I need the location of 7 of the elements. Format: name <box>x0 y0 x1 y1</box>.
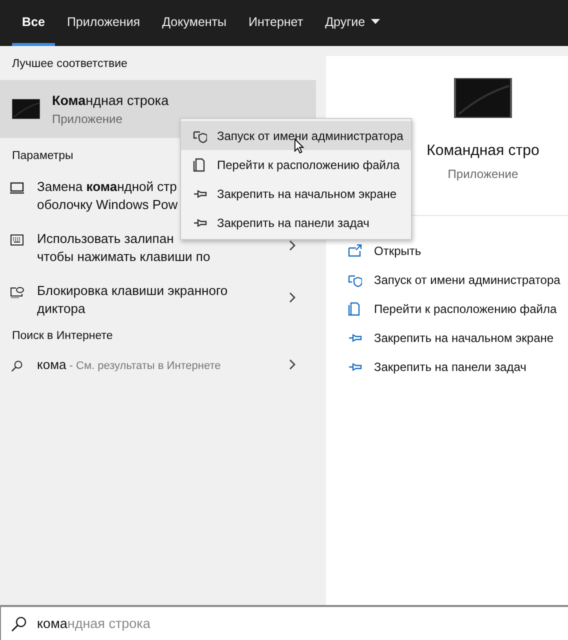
section-heading: Поиск в Интернете <box>11 330 114 342</box>
section-heading: Лучшее соответствие <box>11 58 128 70</box>
section-heading: Параметры <box>11 150 74 162</box>
app-title: Командная стро <box>426 142 540 159</box>
result-subtitle: Приложение <box>52 112 124 126</box>
result-title: Командная строка <box>52 92 169 108</box>
app-subtitle: Приложение <box>448 167 518 181</box>
